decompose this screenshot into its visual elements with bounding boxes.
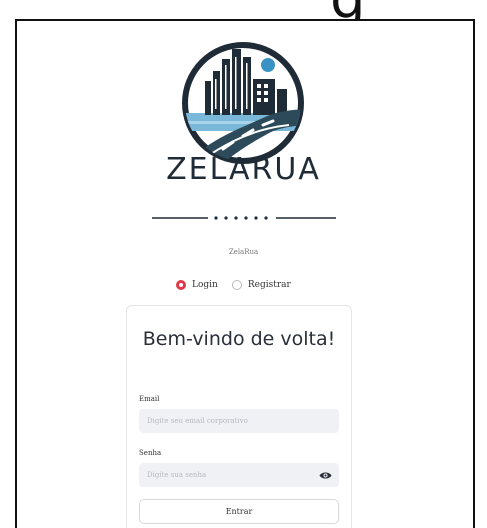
brand-block: ZELARUA bbox=[0, 152, 487, 187]
sun-icon bbox=[261, 58, 275, 72]
radio-login[interactable]: Login bbox=[176, 280, 218, 290]
radio-login-label[interactable]: Login bbox=[192, 280, 218, 290]
login-card: Bem-vindo de volta! Email Senha Entrar bbox=[126, 305, 352, 528]
brand-divider bbox=[152, 216, 336, 220]
password-label: Senha bbox=[139, 449, 162, 457]
app-screen: g bbox=[0, 0, 487, 528]
login-submit-button[interactable]: Entrar bbox=[139, 499, 339, 524]
auth-mode-radio-group: Login Registrar bbox=[176, 278, 291, 292]
email-label: Email bbox=[139, 395, 160, 403]
brand-wordmark: ZELARUA bbox=[166, 152, 321, 187]
eye-icon[interactable] bbox=[319, 471, 332, 480]
radio-registrar[interactable]: Registrar bbox=[231, 280, 291, 290]
password-field[interactable] bbox=[139, 463, 311, 487]
radio-login-indicator[interactable] bbox=[176, 280, 186, 290]
email-field[interactable] bbox=[139, 409, 339, 433]
app-caption: ZelaRua bbox=[228, 248, 259, 256]
radio-registrar-indicator[interactable] bbox=[231, 280, 242, 290]
login-title: Bem-vindo de volta! bbox=[142, 328, 336, 350]
toggle-password-visibility-button[interactable] bbox=[311, 463, 339, 487]
radio-registrar-label[interactable]: Registrar bbox=[248, 280, 291, 290]
